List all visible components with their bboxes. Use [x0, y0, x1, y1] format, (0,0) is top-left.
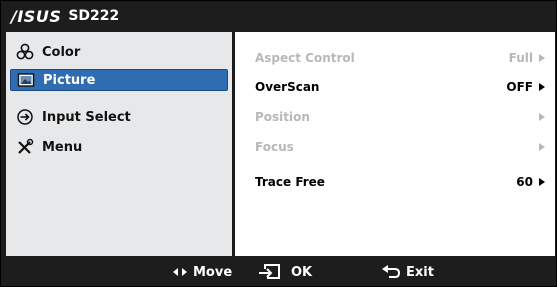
options-panel: Aspect Control Full OverScan OFF Positio… — [235, 32, 555, 256]
monitor-osd: /ISUS SD222 Color Picture Input Select M… — [0, 0, 557, 287]
arrow-right-icon — [539, 54, 545, 62]
enter-icon — [259, 263, 285, 281]
model-name: SD222 — [68, 8, 120, 24]
return-arrow-icon — [382, 264, 400, 280]
move-label: Move — [193, 264, 233, 280]
option-value: OFF — [506, 80, 533, 94]
menu-item-picture[interactable]: Picture — [10, 69, 228, 91]
option-trace-free[interactable]: Trace Free 60 — [255, 171, 545, 193]
option-label: Focus — [255, 140, 294, 154]
ok-hint[interactable]: OK — [259, 258, 312, 286]
menu-item-color[interactable]: Color — [10, 41, 228, 63]
color-palette-icon — [16, 43, 34, 61]
arrow-right-icon — [539, 178, 545, 186]
menu-item-input-select[interactable]: Input Select — [10, 106, 228, 128]
option-overscan[interactable]: OverScan OFF — [255, 76, 545, 98]
menu-item-label: Input Select — [42, 109, 131, 125]
control-hints-bar: Move OK Exit — [1, 258, 556, 286]
arrow-right-icon — [539, 143, 545, 151]
brand-logo: /ISUS — [11, 6, 62, 26]
arrow-right-icon — [539, 83, 545, 91]
option-value: 60 — [516, 175, 533, 189]
menu-item-menu[interactable]: Menu — [10, 136, 228, 158]
exit-hint[interactable]: Exit — [382, 258, 434, 286]
option-label: OverScan — [255, 80, 320, 94]
picture-icon — [17, 71, 35, 89]
exit-label: Exit — [406, 264, 434, 280]
option-focus: Focus — [255, 136, 545, 158]
option-label: Position — [255, 110, 310, 124]
input-select-icon — [16, 108, 34, 126]
option-value: Full — [508, 51, 533, 65]
arrow-right-icon — [539, 113, 545, 121]
option-label: Trace Free — [255, 175, 325, 189]
main-menu: Color Picture Input Select Menu — [6, 32, 232, 256]
move-hint[interactable]: Move — [173, 258, 232, 286]
option-label: Aspect Control — [255, 51, 355, 65]
title-bar: /ISUS SD222 — [1, 1, 556, 31]
menu-item-label: Picture — [43, 72, 96, 88]
left-right-arrows-icon — [173, 267, 187, 277]
option-position: Position — [255, 106, 545, 128]
tools-icon — [16, 138, 34, 156]
menu-item-label: Menu — [42, 139, 83, 155]
menu-item-label: Color — [42, 44, 81, 60]
option-aspect-control: Aspect Control Full — [255, 47, 545, 69]
ok-label: OK — [291, 264, 313, 280]
